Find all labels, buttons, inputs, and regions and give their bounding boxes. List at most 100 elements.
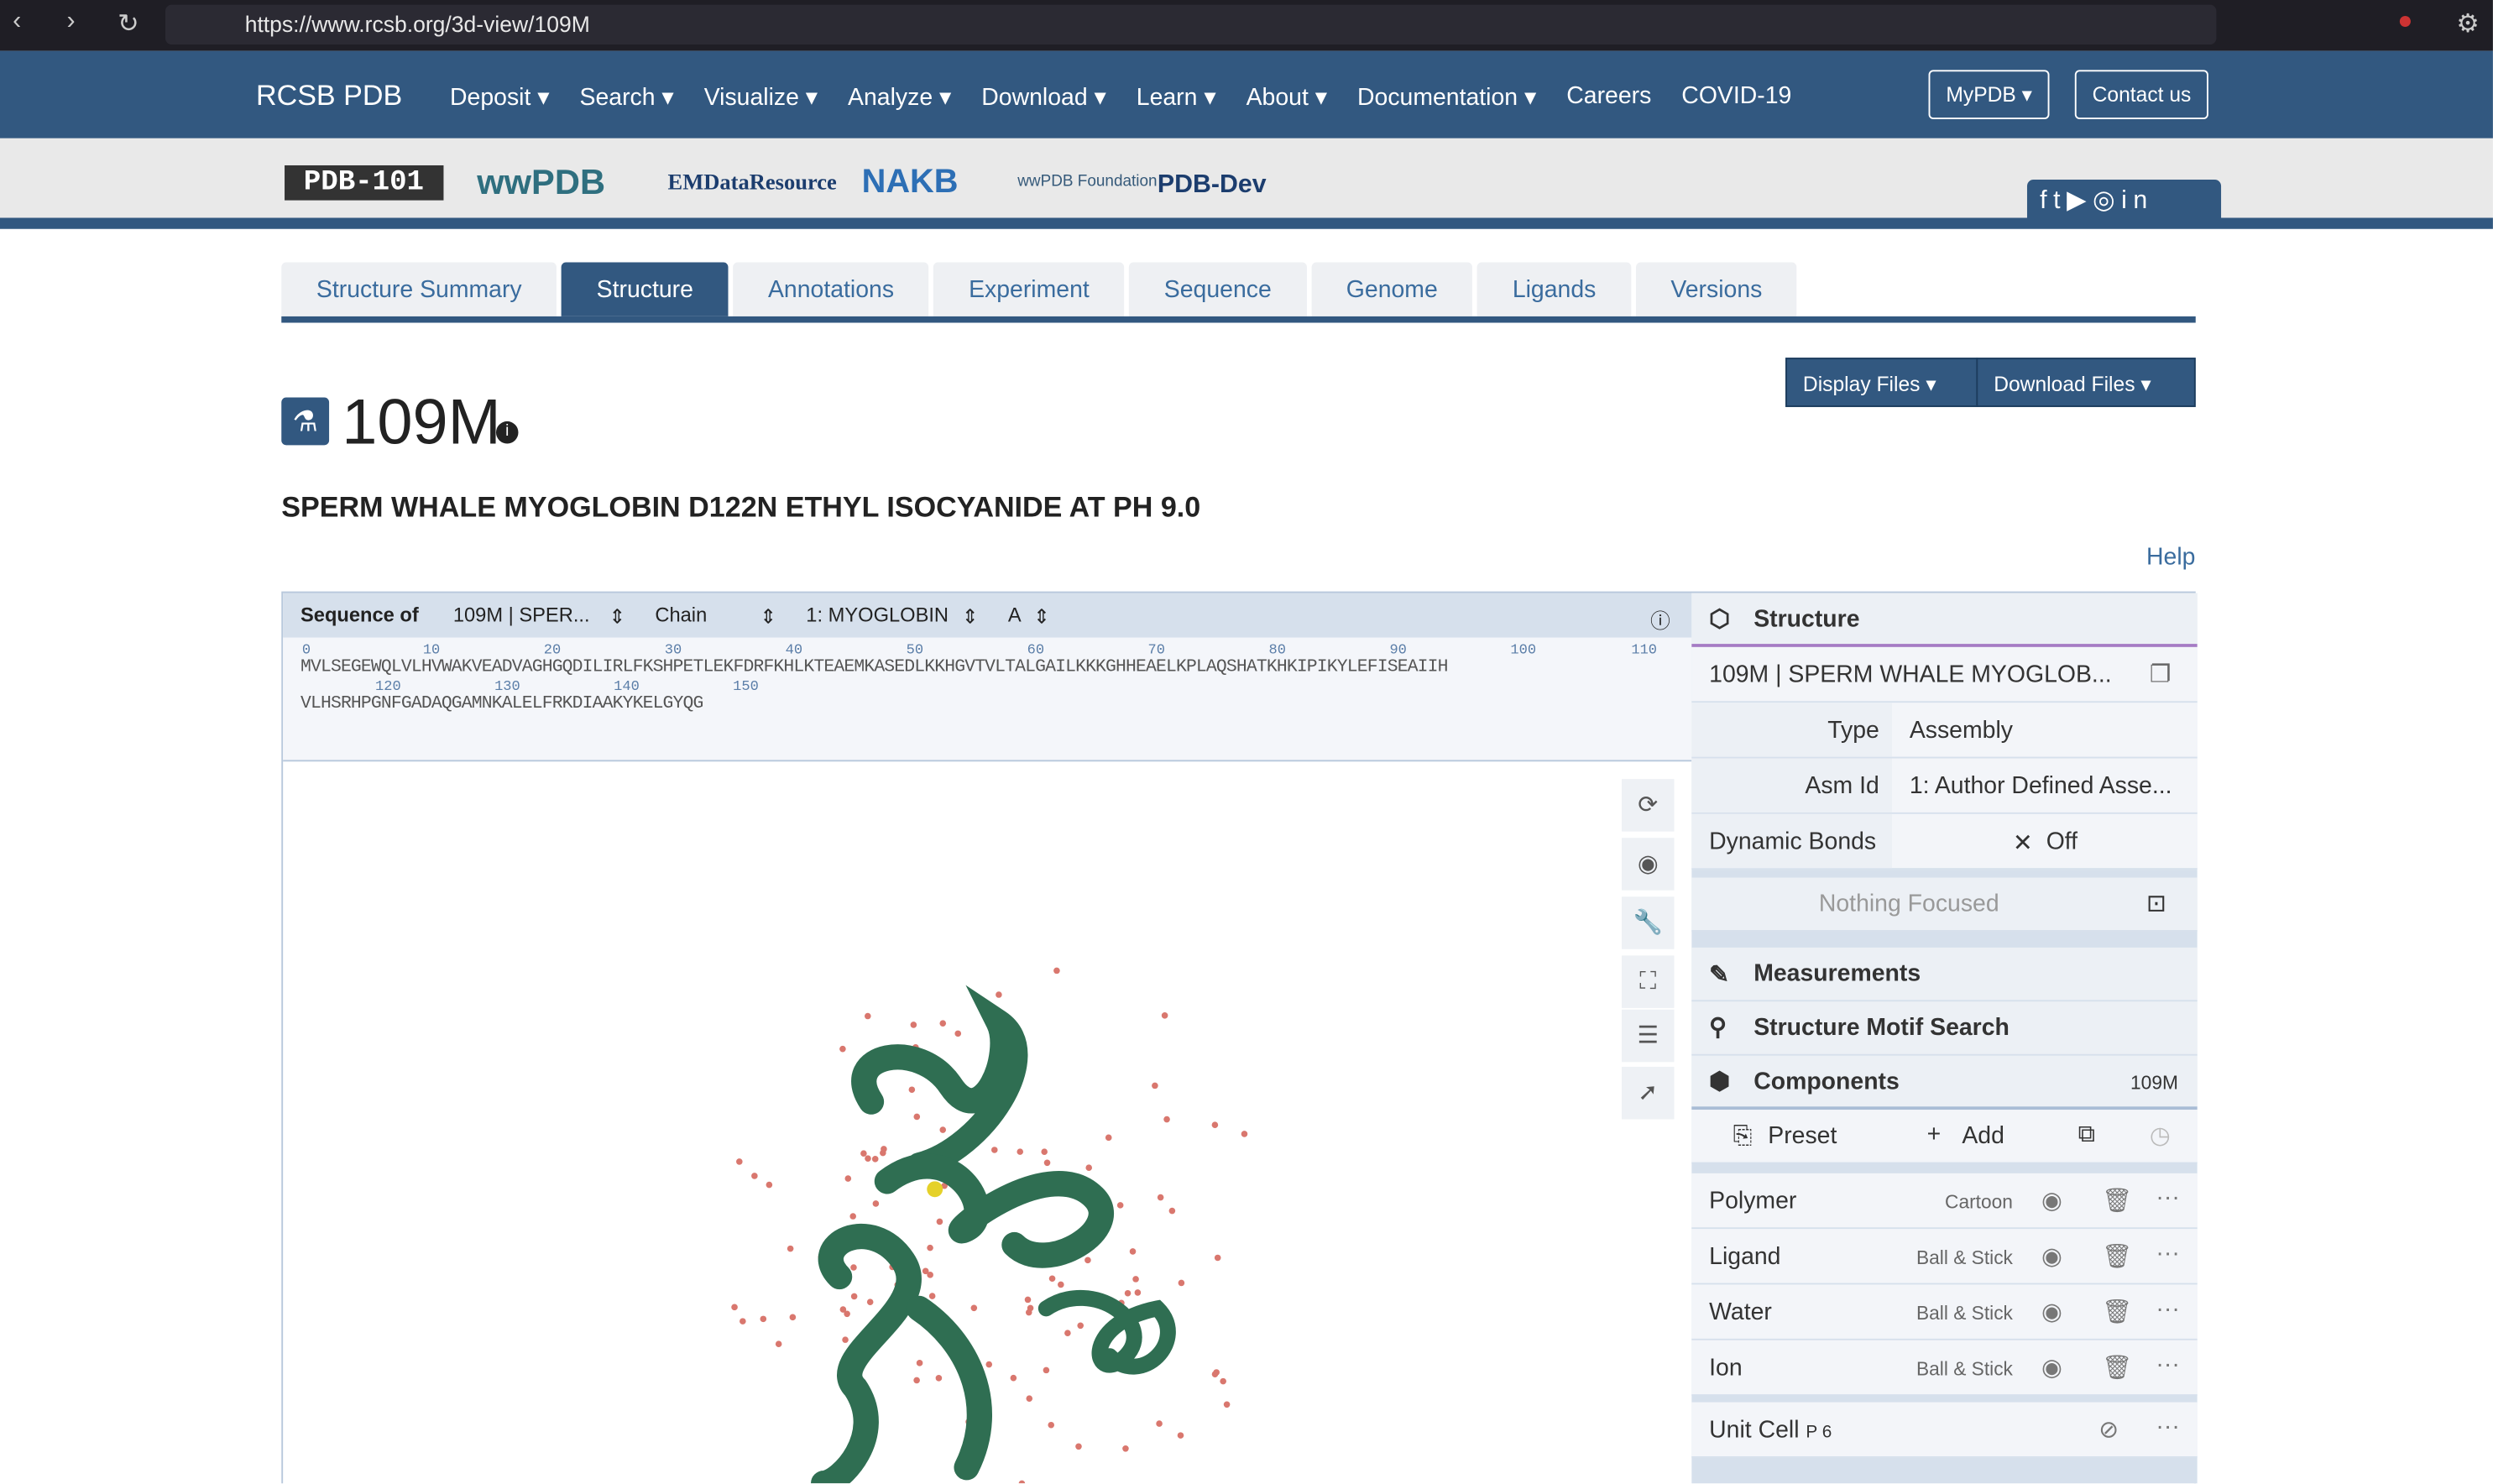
pdbdev-logo[interactable]: PDB-Dev <box>1158 172 1267 201</box>
dynamic-bonds-toggle[interactable]: Off <box>2046 828 2078 855</box>
more-icon[interactable]: ··· <box>2156 1351 2179 1378</box>
ublock-icon[interactable]: ● <box>2397 8 2412 36</box>
nav-about[interactable]: About ▾ <box>1246 82 1327 111</box>
component-representation[interactable]: Ball & Stick <box>1916 1302 2013 1325</box>
molecule-3d-render[interactable] <box>681 959 1317 1484</box>
nav-learn[interactable]: Learn ▾ <box>1137 82 1216 111</box>
pdb101-logo[interactable]: PDB-101 <box>285 165 443 201</box>
molecule-select[interactable]: 1: MYOGLOBIN <box>806 604 949 627</box>
tab-annotations[interactable]: Annotations <box>733 262 929 316</box>
motif-search-section[interactable]: Structure Motif Search <box>1753 1014 2010 1041</box>
component-representation[interactable]: Ball & Stick <box>1916 1246 2013 1269</box>
wwpdb-foundation-logo[interactable]: wwPDB Foundation <box>1017 173 1157 191</box>
nav-covid[interactable]: COVID-19 <box>1681 82 1791 111</box>
tab-sequence[interactable]: Sequence <box>1129 262 1307 316</box>
nav-documentation[interactable]: Documentation ▾ <box>1357 82 1536 111</box>
focus-status: Nothing Focused <box>1818 890 1999 917</box>
extensions-icon[interactable]: ⚙ <box>2456 8 2479 39</box>
expand-icon[interactable]: ⛶ <box>1621 955 1675 1008</box>
reload-icon[interactable]: ↻ <box>118 8 138 39</box>
settings-sliders-icon[interactable]: ☰ <box>1621 1009 1675 1063</box>
github-icon[interactable]: ◎ <box>2093 188 2121 215</box>
trash-icon[interactable]: 🗑 <box>2102 1298 2132 1325</box>
eye-icon[interactable]: ◉ <box>2041 1186 2062 1215</box>
linkedin-icon[interactable]: in <box>2121 188 2154 215</box>
component-row[interactable]: Ion Ball & Stick ◉ 🗑 ··· <box>1691 1340 2198 1397</box>
entity-select[interactable]: 109M | SPER... <box>453 604 590 627</box>
wwpdb-logo[interactable]: wwPDB <box>477 162 605 203</box>
reset-view-icon[interactable]: ⟳ <box>1621 779 1675 832</box>
more-icon[interactable]: ··· <box>2156 1413 2179 1440</box>
nav-visualize[interactable]: Visualize ▾ <box>704 82 818 111</box>
measurements-section[interactable]: Measurements <box>1753 960 1921 987</box>
chain-mode-select[interactable]: Chain <box>655 604 707 627</box>
more-icon[interactable]: ··· <box>2156 1184 2179 1211</box>
bookmark-icon[interactable]: ❐ <box>2150 660 2171 688</box>
sequence-line-1[interactable]: MVLSEGEWQLVLHVWAKVEADVAGHGQDILIRLFKSHPET… <box>301 658 1449 677</box>
display-files-button[interactable]: Display Files ▾ <box>1785 358 1978 407</box>
nav-analyze[interactable]: Analyze ▾ <box>848 82 951 111</box>
history-icon[interactable]: ◷ <box>2150 1121 2171 1149</box>
component-row[interactable]: Water Ball & Stick ◉ 🗑 ··· <box>1691 1284 2198 1340</box>
nav-careers[interactable]: Careers <box>1566 82 1651 111</box>
help-link[interactable]: Help <box>2146 544 2195 571</box>
add-component-button[interactable]: Add <box>1962 1122 2004 1149</box>
component-representation[interactable]: Cartoon <box>1945 1191 2013 1214</box>
eye-icon[interactable]: ◉ <box>2041 1353 2062 1382</box>
eye-slash-icon[interactable]: ⊘ <box>2098 1415 2119 1444</box>
trash-icon[interactable]: 🗑 <box>2102 1353 2132 1382</box>
eye-icon[interactable]: ◉ <box>2041 1298 2062 1325</box>
structure-select[interactable]: 109M | SPERM WHALE MYOGLOB... <box>1709 661 2111 688</box>
more-icon[interactable]: ··· <box>2156 1296 2179 1323</box>
sequence-line-2[interactable]: VLHSRHPGNFGADAQGAMNKALELFRKDIAAKYKELGYQG <box>301 695 703 714</box>
water-molecule <box>1177 1432 1184 1439</box>
component-representation[interactable]: Ball & Stick <box>1916 1358 2013 1381</box>
sliders-icon[interactable]: ⧉ <box>2078 1121 2095 1147</box>
sequence-index: 0 <box>301 642 311 659</box>
mypdb-button[interactable]: MyPDB ▾ <box>1928 70 2050 120</box>
emdataresource-logo[interactable]: EMDataResource <box>668 172 837 197</box>
preset-button[interactable]: Preset <box>1768 1122 1837 1149</box>
wrench-icon[interactable]: 🔧 <box>1621 896 1675 949</box>
info-icon[interactable]: i <box>495 421 519 444</box>
structure-section-title[interactable]: Structure <box>1753 606 1859 633</box>
tab-experiment[interactable]: Experiment <box>933 262 1125 316</box>
brand-logo[interactable]: RCSB PDB <box>256 80 402 113</box>
focus-target-icon[interactable]: ⊡ <box>2146 889 2166 917</box>
water-molecule <box>1048 1421 1055 1429</box>
forward-icon[interactable]: › <box>67 8 76 36</box>
chain-select[interactable]: A <box>1008 604 1022 627</box>
nakb-logo[interactable]: NAKB <box>862 164 959 201</box>
tab-ligands[interactable]: Ligands <box>1477 262 1632 316</box>
youtube-icon[interactable]: ▶ <box>2067 188 2093 215</box>
water-molecule <box>1085 1164 1093 1171</box>
trash-icon[interactable]: 🗑 <box>2102 1241 2132 1270</box>
twitter-icon[interactable]: t <box>2053 188 2067 215</box>
asm-id-select[interactable]: 1: Author Defined Asse... <box>1910 773 2172 800</box>
address-bar[interactable]: https://www.rcsb.org/3d-view/109M <box>165 4 2217 45</box>
help-circle-icon[interactable]: ⓘ <box>1650 604 1670 635</box>
nav-deposit[interactable]: Deposit ▾ <box>450 82 549 111</box>
facebook-icon[interactable]: f <box>2040 188 2053 215</box>
eye-icon[interactable]: ◉ <box>2041 1241 2062 1270</box>
back-icon[interactable]: ‹ <box>13 8 21 36</box>
type-select[interactable]: Assembly <box>1910 717 2013 744</box>
contact-button[interactable]: Contact us <box>2074 70 2209 120</box>
nav-download[interactable]: Download ▾ <box>981 82 1106 111</box>
nav-search[interactable]: Search ▾ <box>580 82 674 111</box>
asm-id-label: Asm Id <box>1805 772 1879 800</box>
component-row[interactable]: Ligand Ball & Stick ◉ 🗑 ··· <box>1691 1229 2198 1285</box>
more-icon[interactable]: ··· <box>2156 1240 2179 1267</box>
tab-structure-summary[interactable]: Structure Summary <box>281 262 557 316</box>
download-files-button[interactable]: Download Files ▾ <box>1976 358 2196 407</box>
trash-icon[interactable]: 🗑 <box>2102 1186 2132 1215</box>
water-molecule <box>736 1158 743 1165</box>
components-section[interactable]: Components <box>1753 1069 1900 1095</box>
tab-genome[interactable]: Genome <box>1311 262 1473 316</box>
screenshot-icon[interactable]: ◉ <box>1621 838 1675 891</box>
sequence-panel[interactable]: MVLSEGEWQLVLHVWAKVEADVAGHGQDILIRLFKSHPET… <box>283 637 1692 762</box>
select-pointer-icon[interactable]: ➚ <box>1621 1066 1675 1120</box>
component-row[interactable]: Polymer Cartoon ◉ 🗑 ··· <box>1691 1173 2198 1230</box>
tab-versions[interactable]: Versions <box>1635 262 1798 316</box>
tab-structure[interactable]: Structure <box>562 262 729 316</box>
